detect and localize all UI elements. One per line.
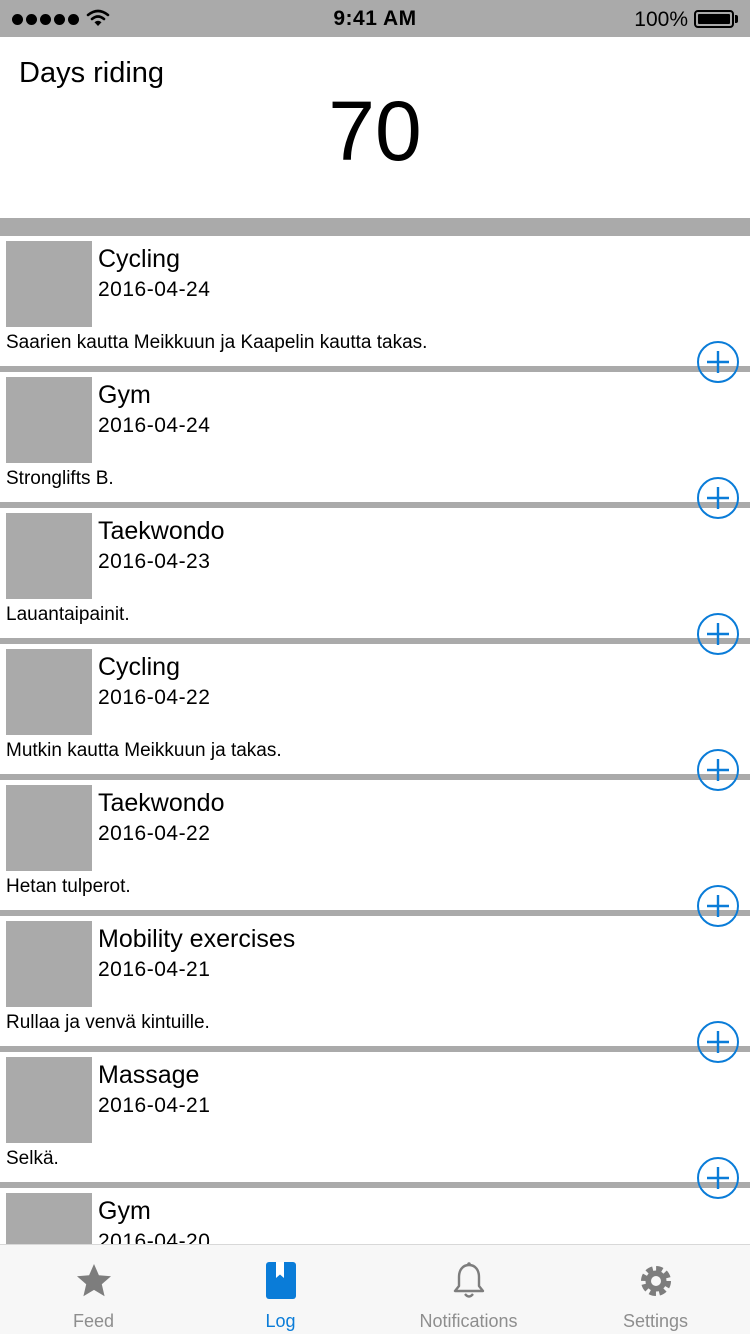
plus-icon	[707, 487, 729, 509]
bookmark-icon	[265, 1262, 296, 1299]
add-button[interactable]	[697, 613, 739, 655]
plus-icon	[707, 1031, 729, 1053]
activity-thumbnail	[6, 377, 92, 463]
activity-date: 2016-04-22	[98, 822, 211, 845]
bell-icon	[453, 1262, 484, 1298]
log-item[interactable]: Gym 2016-04-24 Stronglifts B.	[0, 372, 750, 519]
activity-date: 2016-04-24	[98, 414, 211, 437]
days-riding-header: Days riding 70	[0, 37, 750, 218]
battery-icon	[694, 10, 738, 28]
activity-name: Cycling	[98, 245, 180, 273]
log-item[interactable]: Taekwondo 2016-04-23 Lauantaipainit.	[0, 508, 750, 655]
tab-bar: Feed Log Notifications Settings	[0, 1244, 750, 1334]
tab-label: Settings	[622, 1311, 689, 1331]
add-button[interactable]	[697, 749, 739, 791]
plus-icon	[707, 351, 729, 373]
activity-name: Mobility exercises	[98, 925, 296, 953]
add-button[interactable]	[697, 341, 739, 383]
plus-icon	[707, 623, 729, 645]
days-riding-count: 70	[328, 84, 422, 178]
log-item[interactable]: Cycling 2016-04-22 Mutkin kautta Meikkuu…	[0, 644, 750, 791]
tab-notifications[interactable]: Notifications	[375, 1245, 562, 1334]
log-item[interactable]: Taekwondo 2016-04-22 Hetan tulperot.	[0, 780, 750, 927]
star-icon	[76, 1264, 111, 1297]
activity-date: 2016-04-22	[98, 686, 211, 709]
log-item[interactable]: Massage 2016-04-21 Selkä.	[0, 1052, 750, 1199]
activity-date: 2016-04-21	[98, 1094, 211, 1117]
activity-note: Lauantaipainit.	[6, 604, 130, 624]
add-button[interactable]	[697, 885, 739, 927]
activity-name: Gym	[98, 1197, 151, 1225]
activity-note: Rullaa ja venvä kintuille.	[6, 1012, 210, 1032]
add-button[interactable]	[697, 1021, 739, 1063]
tab-label: Log	[265, 1311, 296, 1331]
log-item[interactable]: Cycling 2016-04-24 Saarien kautta Meikku…	[0, 236, 750, 383]
activity-thumbnail	[6, 921, 92, 1007]
activity-date: 2016-04-24	[98, 278, 211, 301]
activity-note: Stronglifts B.	[6, 468, 114, 488]
activity-note: Hetan tulperot.	[6, 876, 131, 896]
activity-date: 2016-04-21	[98, 958, 211, 981]
activity-name: Cycling	[98, 653, 180, 681]
activity-name: Taekwondo	[98, 517, 225, 545]
activity-date: 2016-04-20	[98, 1230, 211, 1244]
plus-icon	[707, 895, 729, 917]
add-button[interactable]	[697, 1157, 739, 1199]
add-button[interactable]	[697, 477, 739, 519]
activity-thumbnail	[6, 241, 92, 327]
activity-thumbnail	[6, 649, 92, 735]
activity-date: 2016-04-23	[98, 550, 211, 573]
activity-name: Gym	[98, 381, 151, 409]
activity-note: Selkä.	[6, 1148, 59, 1168]
status-bar: 9:41 AM 100%	[0, 0, 750, 37]
activity-thumbnail	[6, 513, 92, 599]
gear-icon	[640, 1266, 671, 1296]
tab-settings[interactable]: Settings	[562, 1245, 749, 1334]
tab-label: Notifications	[419, 1311, 518, 1331]
activity-note: Saarien kautta Meikkuun ja Kaapelin kaut…	[6, 332, 428, 352]
activity-name: Taekwondo	[98, 789, 225, 817]
tab-log[interactable]: Log	[187, 1245, 374, 1334]
tab-label: Feed	[72, 1311, 115, 1331]
plus-icon	[707, 759, 729, 781]
app-screen: 9:41 AM 100% Days riding 70 Cycling 2016…	[0, 0, 750, 1334]
battery-percentage: 100%	[634, 8, 688, 31]
activity-note: Mutkin kautta Meikkuun ja takas.	[6, 740, 282, 760]
log-item[interactable]: Gym 2016-04-20	[0, 1188, 750, 1244]
activity-name: Massage	[98, 1061, 200, 1089]
activity-thumbnail	[6, 1057, 92, 1143]
activity-thumbnail	[6, 1193, 92, 1244]
log-list[interactable]: Cycling 2016-04-24 Saarien kautta Meikku…	[0, 236, 750, 1244]
plus-icon	[707, 1167, 729, 1189]
activity-thumbnail	[6, 785, 92, 871]
tab-feed[interactable]: Feed	[0, 1245, 187, 1334]
log-item[interactable]: Mobility exercises 2016-04-21 Rullaa ja …	[0, 916, 750, 1063]
header-divider	[0, 218, 750, 236]
